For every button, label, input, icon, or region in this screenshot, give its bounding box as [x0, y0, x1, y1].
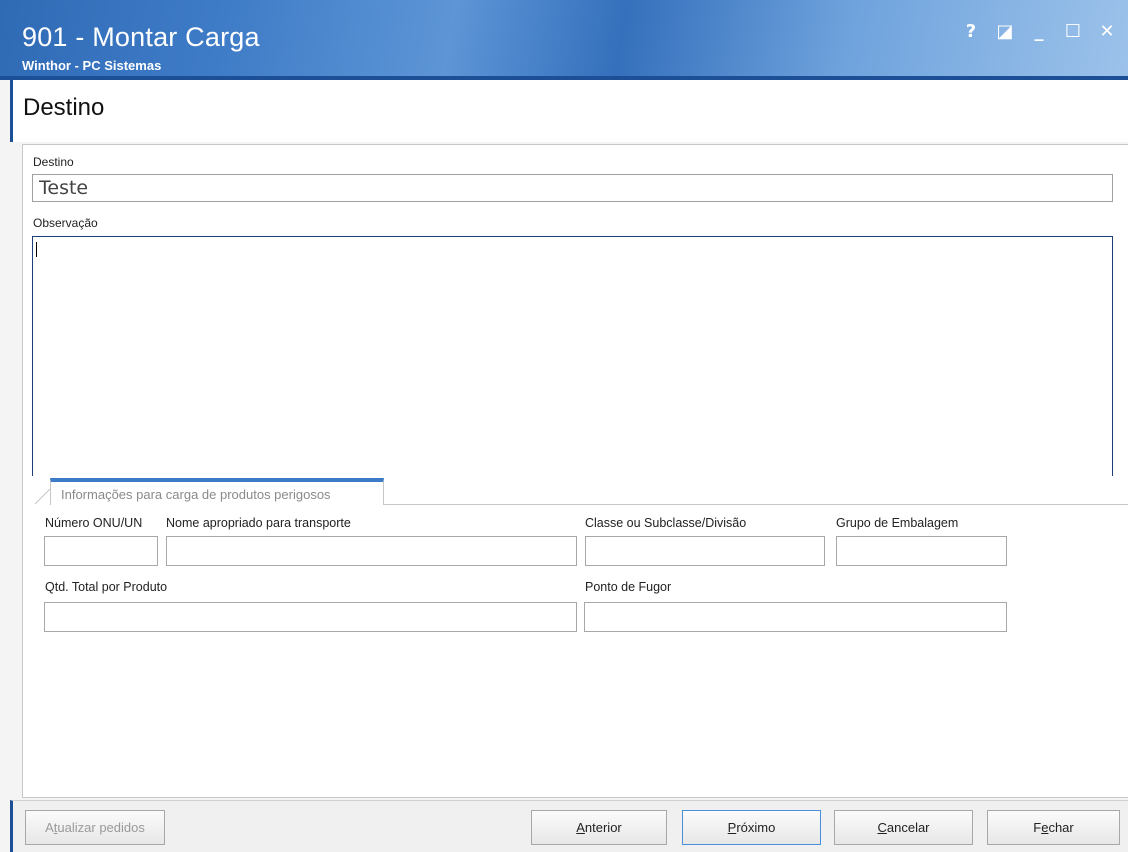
- proximo-label-post: róximo: [736, 820, 776, 835]
- ponto-fugor-input[interactable]: [584, 602, 1007, 632]
- numero-onu-input[interactable]: [44, 536, 158, 566]
- page-title: Destino: [23, 94, 105, 121]
- proximo-button[interactable]: Próximo: [682, 810, 821, 845]
- nome-transporte-label: Nome apropriado para transporte: [166, 516, 351, 530]
- maximize-icon[interactable]: ☐: [1060, 18, 1086, 44]
- observacao-label: Observação: [33, 216, 98, 230]
- fechar-label-post: char: [1048, 820, 1074, 835]
- classe-input[interactable]: [585, 536, 825, 566]
- close-icon[interactable]: ✕: [1094, 18, 1120, 44]
- anterior-label-key: A: [576, 820, 585, 835]
- destino-input[interactable]: [32, 174, 1113, 202]
- observacao-textarea[interactable]: [32, 236, 1113, 476]
- proximo-label-key: P: [727, 820, 737, 835]
- page-header: Destino: [10, 80, 1128, 142]
- qtd-total-input[interactable]: [44, 602, 577, 632]
- grupo-label: Grupo de Embalagem: [836, 516, 959, 530]
- qtd-total-label: Qtd. Total por Produto: [45, 580, 168, 594]
- restore-icon[interactable]: ◪: [992, 18, 1018, 44]
- grupo-input[interactable]: [836, 536, 1007, 566]
- text-cursor: [36, 242, 37, 257]
- tab-divider: [384, 504, 1128, 505]
- window-title: 901 - Montar Carga: [22, 22, 260, 52]
- app-window: 901 - Montar Carga Winthor - PC Sistemas…: [0, 0, 1128, 852]
- fechar-label-key: e: [1041, 820, 1049, 835]
- tab-produtos-perigosos[interactable]: Informações para carga de produtos perig…: [50, 478, 384, 505]
- destino-label: Destino: [33, 155, 74, 169]
- nome-transporte-input[interactable]: [166, 536, 577, 566]
- window-subtitle: Winthor - PC Sistemas: [22, 58, 162, 73]
- atualizar-pedidos-button[interactable]: At ualizar pedidos: [25, 810, 165, 845]
- tab-label: Informações para carga de produtos perig…: [61, 487, 331, 502]
- atualizar-label-pre: A: [45, 820, 54, 835]
- fechar-label-pre: F: [1033, 820, 1042, 835]
- cancelar-button[interactable]: Cancelar: [834, 810, 973, 845]
- anterior-label-post: nterior: [584, 820, 622, 835]
- title-bar[interactable]: 901 - Montar Carga Winthor - PC Sistemas…: [0, 0, 1128, 80]
- cancelar-label-key: C: [877, 820, 887, 835]
- anterior-button[interactable]: Anterior: [531, 810, 667, 845]
- ponto-fugor-label: Ponto de Fugor: [585, 580, 672, 594]
- minimize-icon[interactable]: _: [1026, 18, 1052, 44]
- help-icon[interactable]: ?: [958, 18, 984, 44]
- window-controls: ? ◪ _ ☐ ✕: [958, 18, 1120, 44]
- fechar-button[interactable]: Fe char: [987, 810, 1120, 845]
- atualizar-label-post: ualizar pedidos: [57, 820, 145, 835]
- classe-label: Classe ou Subclasse/Divisão: [585, 516, 747, 530]
- numero-onu-label: Número ONU/UN: [45, 516, 143, 530]
- cancelar-label-post: ancelar: [886, 820, 930, 835]
